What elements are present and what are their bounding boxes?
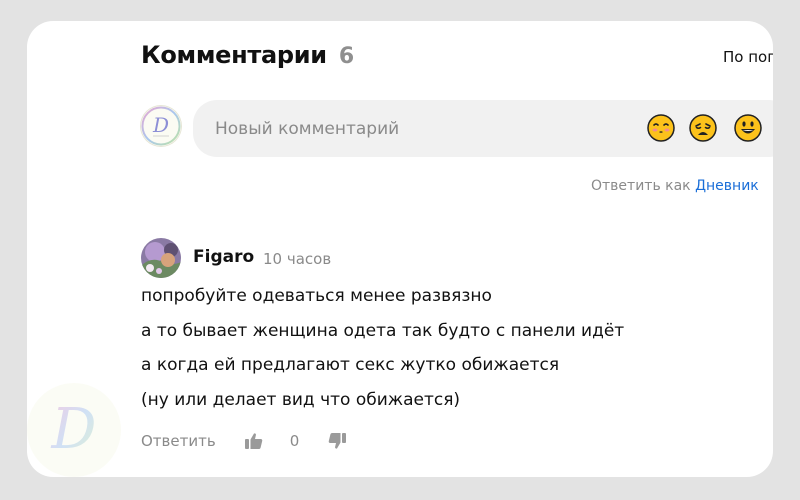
svg-text:D: D: [51, 397, 97, 462]
svg-text:D: D: [152, 113, 169, 137]
diary-logo-icon: D: [141, 106, 181, 146]
comments-count: 6: [338, 44, 355, 69]
comment-body: попробуйте одеваться менее развязно а то…: [141, 283, 761, 421]
comment-line: а то бывает женщина одета так будто с па…: [141, 320, 625, 341]
comment-score: 0: [289, 432, 300, 450]
sort-dropdown[interactable]: По поп: [723, 48, 773, 66]
thumbs-down-icon[interactable]: [327, 431, 347, 451]
reply-as-line: Ответить как Дневник: [591, 178, 759, 194]
comment-author[interactable]: Figaro: [193, 247, 254, 267]
reply-as-blog-link[interactable]: Дневник: [695, 178, 759, 194]
thumbs-up-icon[interactable]: [244, 431, 264, 451]
reply-as-prefix: Ответить как: [591, 178, 691, 194]
new-comment-placeholder: Новый комментарий: [215, 119, 400, 139]
author-photo: [141, 238, 181, 278]
comments-section: Комментарии 6 По поп D Новый комментарий: [141, 21, 773, 477]
kissing-face-icon[interactable]: [647, 114, 675, 142]
grinning-face-icon[interactable]: [734, 114, 762, 142]
new-comment-input[interactable]: Новый комментарий: [193, 100, 773, 157]
reply-button[interactable]: Ответить: [141, 432, 216, 450]
comment-actions: Ответить 0: [141, 426, 347, 456]
blog-avatar: D: [141, 106, 181, 146]
comments-header: Комментарии 6: [141, 41, 354, 71]
comment-line: попробуйте одеваться менее развязно: [141, 286, 492, 306]
diary-watermark-icon: D: [51, 397, 97, 462]
comment-line: а когда ей предлагают секс жутко обижает…: [141, 355, 560, 375]
comment-line: (ну или делает вид что обижается): [141, 389, 461, 410]
diary-watermark-logo: D: [27, 383, 121, 477]
comments-title: Комментарии: [141, 41, 327, 69]
comment-time: 10 часов: [263, 250, 332, 268]
comments-card: Комментарии 6 По поп D Новый комментарий: [27, 21, 773, 477]
author-avatar[interactable]: [141, 238, 181, 278]
weary-face-icon[interactable]: [689, 114, 717, 142]
